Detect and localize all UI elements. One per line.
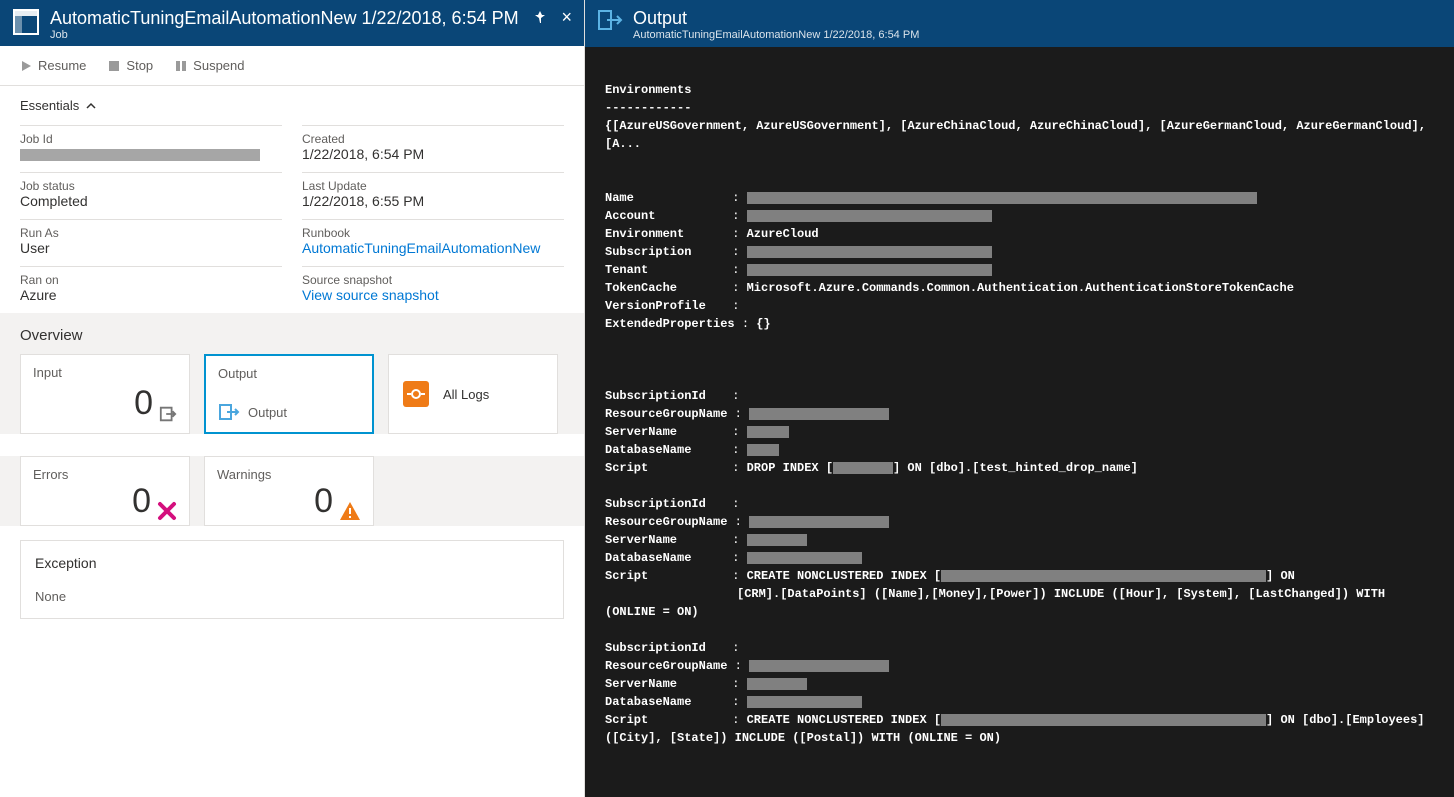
last-update-value: 1/22/2018, 6:55 PM (302, 193, 564, 209)
overview-label: Overview (0, 313, 584, 354)
exception-title: Exception (35, 555, 549, 571)
input-card[interactable]: Input 0 (20, 354, 190, 434)
job-status-row: Job status Completed (20, 172, 282, 209)
errors-card-title: Errors (33, 467, 177, 482)
source-snapshot-label: Source snapshot (302, 273, 564, 287)
chevron-up-icon (85, 100, 97, 112)
last-update-row: Last Update 1/22/2018, 6:55 PM (302, 172, 564, 209)
console-output[interactable]: Environments ------------ {[AzureUSGover… (585, 47, 1454, 797)
env-dash: ------------ (605, 101, 691, 115)
created-value: 1/22/2018, 6:54 PM (302, 146, 564, 162)
output-header-title: Output (633, 8, 919, 29)
warnings-card-title: Warnings (217, 467, 361, 482)
resume-label: Resume (38, 58, 86, 73)
blade-subtitle: Job (50, 29, 523, 41)
last-update-label: Last Update (302, 179, 564, 193)
blade-title: AutomaticTuningEmailAutomationNew 1/22/2… (50, 8, 523, 29)
errors-card[interactable]: Errors 0 (20, 456, 190, 526)
suspend-label: Suspend (193, 58, 244, 73)
warnings-card[interactable]: Warnings 0 (204, 456, 374, 526)
run-as-value: User (20, 240, 282, 256)
source-snapshot-link[interactable]: View source snapshot (302, 287, 564, 303)
ctx-sub-redacted (747, 246, 992, 258)
runbook-label: Runbook (302, 226, 564, 240)
input-card-title: Input (33, 365, 177, 380)
env-line: {[AzureUSGovernment, AzureUSGovernment],… (605, 119, 1433, 151)
resume-button[interactable]: Resume (20, 58, 86, 73)
essentials-label: Essentials (20, 98, 79, 113)
exception-card: Exception None (20, 540, 564, 619)
job-id-label: Job Id (20, 132, 282, 146)
created-label: Created (302, 132, 564, 146)
ran-on-row: Ran on Azure (20, 266, 282, 303)
essentials-toggle[interactable]: Essentials (0, 86, 584, 125)
run-as-row: Run As User (20, 219, 282, 256)
run-as-label: Run As (20, 226, 282, 240)
input-icon (159, 405, 177, 423)
output-header-icon (597, 8, 623, 32)
output-card-title: Output (218, 366, 360, 381)
pin-button[interactable] (533, 10, 547, 24)
output-card[interactable]: Output Output (204, 354, 374, 434)
output-blade: Output AutomaticTuningEmailAutomationNew… (585, 0, 1454, 797)
job-id-row: Job Id (20, 125, 282, 162)
stop-label: Stop (126, 58, 153, 73)
output-header: Output AutomaticTuningEmailAutomationNew… (585, 0, 1454, 47)
all-logs-label: All Logs (443, 387, 489, 402)
job-status-label: Job status (20, 179, 282, 193)
job-status-value: Completed (20, 193, 282, 209)
created-row: Created 1/22/2018, 6:54 PM (302, 125, 564, 162)
overview-cards-row2: Errors 0 Warnings 0 (0, 456, 584, 526)
error-icon (157, 501, 177, 521)
env-header: Environments (605, 83, 691, 97)
essentials-grid: Job Id Created 1/22/2018, 6:54 PM Job st… (0, 125, 584, 313)
ran-on-label: Ran on (20, 273, 282, 287)
input-count: 0 (134, 384, 153, 423)
suspend-button[interactable]: Suspend (175, 58, 244, 73)
source-snapshot-row: Source snapshot View source snapshot (302, 266, 564, 303)
ctx-name-redacted (747, 192, 1257, 204)
output-icon (218, 402, 240, 422)
warnings-count: 0 (314, 482, 333, 521)
ran-on-value: Azure (20, 287, 282, 303)
stop-button[interactable]: Stop (108, 58, 153, 73)
overview-cards: Input 0 Output Output All Logs (0, 354, 584, 434)
close-button[interactable]: × (561, 10, 572, 24)
logs-icon (401, 379, 431, 409)
ctx-tenant-redacted (747, 264, 992, 276)
blade-icon (12, 8, 40, 36)
runbook-link[interactable]: AutomaticTuningEmailAutomationNew (302, 240, 564, 256)
errors-count: 0 (132, 482, 151, 521)
ctx-account-redacted (747, 210, 992, 222)
job-id-value-redacted (20, 149, 260, 161)
runbook-row: Runbook AutomaticTuningEmailAutomationNe… (302, 219, 564, 256)
job-blade: AutomaticTuningEmailAutomationNew 1/22/2… (0, 0, 585, 797)
output-sub-label: Output (248, 405, 287, 420)
exception-value: None (35, 589, 549, 604)
output-header-subtitle: AutomaticTuningEmailAutomationNew 1/22/2… (633, 29, 919, 41)
toolbar: Resume Stop Suspend (0, 46, 584, 86)
all-logs-card[interactable]: All Logs (388, 354, 558, 434)
blade-header: AutomaticTuningEmailAutomationNew 1/22/2… (0, 0, 584, 46)
warning-icon (339, 501, 361, 521)
